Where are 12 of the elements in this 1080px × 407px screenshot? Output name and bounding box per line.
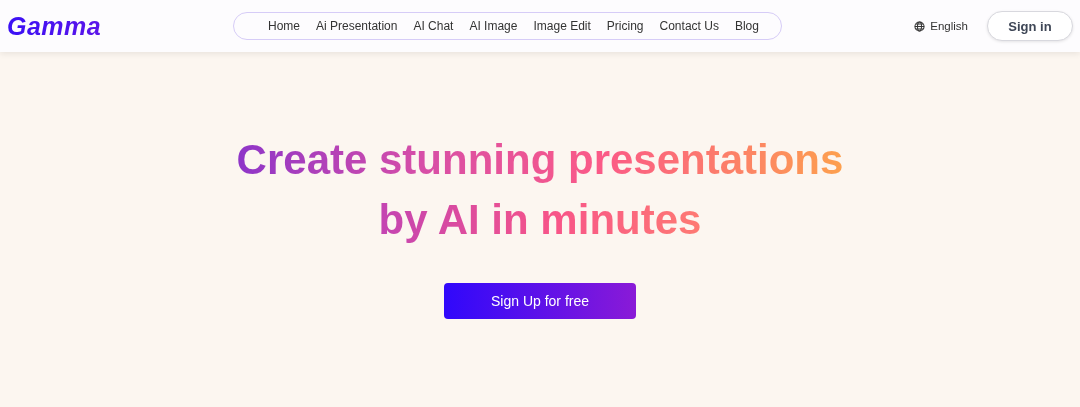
sign-in-button[interactable]: Sign in [987, 11, 1073, 41]
nav-link[interactable]: Home [268, 19, 300, 33]
nav-link[interactable]: Blog [734, 19, 759, 33]
nav-link[interactable]: Pricing [606, 19, 644, 33]
nav-link[interactable]: Ai Presentation [316, 19, 398, 33]
nav-link[interactable]: AI Image [469, 19, 518, 33]
language-selector[interactable]: English [930, 20, 968, 32]
globe-icon[interactable] [914, 20, 926, 32]
nav-link[interactable]: Contact Us [659, 19, 719, 33]
sign-up-button[interactable]: Sign Up for free [444, 283, 636, 319]
nav-link[interactable]: AI Chat [413, 19, 454, 33]
nav-link[interactable]: Image Edit [533, 19, 591, 33]
